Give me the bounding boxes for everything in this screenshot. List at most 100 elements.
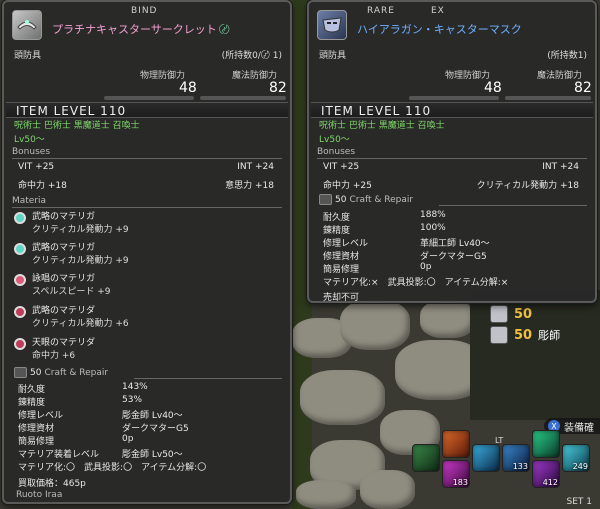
hotbar-slot[interactable] — [532, 430, 560, 458]
craft-icon — [14, 367, 27, 378]
craft-label: マテリア装着レベル — [18, 450, 100, 460]
slot-number: 412 — [542, 478, 558, 487]
rare-label: RARE — [367, 6, 395, 16]
bonus-stat: INT +24 — [542, 162, 579, 172]
divider — [439, 194, 587, 206]
craft-level: 50 — [335, 194, 347, 205]
cobblestone — [360, 470, 415, 509]
bonus-stat: INT +24 — [237, 162, 274, 172]
tool-icon — [490, 305, 508, 323]
materia-bonus: 命中力 +6 — [32, 351, 76, 361]
materia-bonus: クリティカル発動力 +9 — [32, 225, 129, 235]
craft-value: 0p — [420, 262, 432, 272]
materia-bonus: クリティカル発動力 +9 — [32, 256, 129, 266]
craft-value: 0p — [122, 434, 134, 444]
materia-icon — [14, 338, 26, 350]
materia-bonus: スペルスピード +9 — [32, 287, 111, 297]
craft-title: Craft & Repair — [349, 194, 414, 205]
craft-label: 修理レベル — [18, 411, 64, 421]
tooltip-header: RARE EX ハイアラガン・キャスターマスク — [309, 2, 595, 46]
craft-value: ダークマターG5 — [122, 424, 189, 434]
craft-value: 53% — [122, 395, 143, 405]
materia-name: 武略のマテリガ — [32, 243, 96, 253]
unsellable-label: 売却不可 — [323, 293, 360, 303]
owned-count: (所持数0/〄 1) — [221, 51, 282, 61]
item-category: 頭防具 — [319, 51, 347, 61]
phys-def-bar — [409, 96, 499, 100]
materia-bonus: クリティカル発動力 +6 — [32, 319, 129, 329]
materia-icon — [14, 274, 26, 286]
tool-icon — [490, 326, 508, 344]
job-list: 呪術士 巴術士 黒魔道士 召喚士 — [14, 121, 140, 131]
bonus-stat: VIT +25 — [323, 162, 360, 172]
craft-label: 耐久度 — [18, 385, 46, 395]
craft-level: 50 — [30, 367, 42, 378]
phys-def-bar — [104, 96, 194, 100]
cobblestone — [296, 480, 356, 509]
hotbar-slot[interactable]: 133 — [502, 444, 530, 472]
craft-value: 100% — [420, 223, 446, 233]
gc-icon: 〄 — [218, 23, 230, 36]
slot-number: 183 — [452, 478, 468, 487]
tooltip-header: BIND プラチナキャスターサークレット〄 — [4, 2, 290, 46]
craft-label: 修理資材 — [18, 424, 55, 434]
hotbar-slot[interactable]: 249 — [562, 444, 590, 472]
bonuses-header: Bonuses — [317, 147, 587, 159]
hotbar-slot[interactable]: 183 — [442, 460, 470, 488]
cobblestone — [420, 300, 475, 338]
materia-name: 天眼のマテリダ — [32, 338, 96, 348]
item-flags: マテリア化:× 武具投影:〇 アイテム分解:× — [323, 278, 509, 288]
hotbar-slot[interactable] — [472, 444, 500, 472]
item-flags: マテリア化:〇 武具投影:〇 アイテム分解:〇 — [18, 463, 207, 473]
craft-header: 50 Craft & Repair — [319, 194, 413, 205]
item-level: ITEM LEVEL 110 — [321, 104, 432, 118]
slot-number: 133 — [512, 462, 528, 471]
cobblestone — [300, 370, 385, 425]
bonus-stat: 命中力 +18 — [18, 181, 67, 191]
cobblestone — [340, 300, 410, 350]
mag-def-bar — [505, 96, 591, 100]
hotbar-slot[interactable] — [442, 430, 470, 458]
craft-header: 50 Craft & Repair — [14, 367, 108, 378]
divider — [134, 367, 282, 379]
bonus-stat: VIT +25 — [18, 162, 55, 172]
item-tooltip-compare: RARE EX ハイアラガン・キャスターマスク 頭防具 (所持数1) 物理防御力… — [307, 0, 597, 303]
craft-label: 簡易修理 — [323, 265, 360, 275]
hotbar-set-label: SET 1 — [566, 497, 592, 507]
craft-label: 修理レベル — [323, 239, 369, 249]
craft-value: 革細工師 Lv40～ — [420, 239, 490, 249]
mag-def-value: 82 — [574, 80, 592, 96]
bind-label: BIND — [131, 6, 158, 16]
craft-label: 錬精度 — [18, 398, 46, 408]
category-row: 頭防具 (所持数1) — [309, 48, 595, 61]
mag-def-bar — [200, 96, 286, 100]
materia-header: Materia — [12, 196, 282, 208]
item-tooltip-equipped: BIND プラチナキャスターサークレット〄 頭防具 (所持数0/〄 1) 物理防… — [2, 0, 292, 504]
materia-name: 詠唱のマテリガ — [32, 274, 96, 284]
circlet-icon — [12, 10, 42, 40]
item-level-band: ITEM LEVEL 110 — [311, 102, 593, 118]
materia-name: 武略のマテリダ — [32, 306, 96, 316]
hud-level: 50 — [514, 306, 533, 322]
bonus-stat: クリティカル発動力 +18 — [476, 181, 579, 191]
craft-value: 143% — [122, 382, 148, 392]
required-level: Lv50～ — [14, 135, 45, 145]
mag-def-value: 82 — [269, 80, 287, 96]
craft-value: 188% — [420, 210, 446, 220]
craft-value: 彫金師 Lv50～ — [122, 450, 183, 460]
item-level: ITEM LEVEL 110 — [16, 104, 127, 118]
item-name: ハイアラガン・キャスターマスク — [357, 23, 522, 36]
materia-name: 武略のマテリガ — [32, 212, 96, 222]
phys-def-value: 48 — [484, 80, 502, 96]
hud-label: 彫師 — [538, 329, 561, 342]
job-list: 呪術士 巴術士 黒魔道士 召喚士 — [319, 121, 445, 131]
materia-icon — [14, 212, 26, 224]
craft-label: 簡易修理 — [18, 437, 55, 447]
craft-label: 修理資材 — [323, 252, 360, 262]
item-category: 頭防具 — [14, 51, 42, 61]
hotbar-slot[interactable] — [412, 444, 440, 472]
hotbar-slot[interactable]: 412 — [532, 460, 560, 488]
bonus-stat: 意思力 +18 — [225, 181, 274, 191]
materia-icon — [14, 243, 26, 255]
crafter-signature: Ruoto Iraa — [16, 490, 63, 500]
